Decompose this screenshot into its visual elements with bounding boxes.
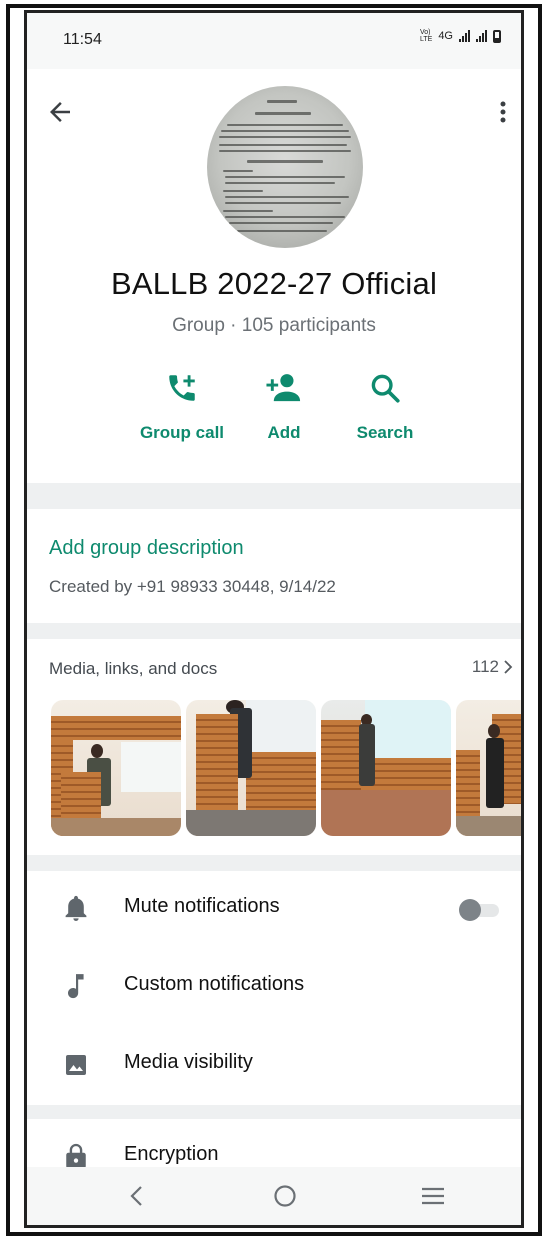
back-icon[interactable] [117,1179,157,1213]
music-note-icon [67,974,84,999]
group-header: BALLB 2022-27 Official Group · 105 parti… [27,69,521,493]
lock-icon [66,1143,86,1169]
signal-icon [459,30,470,42]
recents-icon[interactable] [413,1179,453,1213]
system-nav-bar [27,1167,521,1225]
volte-icon: Vo) LTE [419,29,433,43]
media-visibility-label: Media visibility [124,1051,253,1073]
media-thumbnail[interactable] [51,700,181,836]
arrow-left-icon[interactable] [45,97,75,127]
more-vertical-icon[interactable] [493,97,513,127]
search-button[interactable]: Search [325,371,445,443]
battery-icon [493,29,501,43]
network-type: 4G [438,30,453,42]
custom-notifications-label: Custom notifications [124,973,305,995]
chevron-right-icon [504,660,513,674]
status-time: 11:54 [63,31,102,48]
media-thumbnail[interactable] [321,700,451,836]
image-icon [66,1055,86,1075]
media-thumbnail[interactable] [456,700,521,836]
mute-notifications-row[interactable]: Mute notifications [27,871,521,947]
custom-notifications-row[interactable]: Custom notifications [27,949,521,1025]
mute-toggle[interactable] [459,899,501,921]
group-title: BALLB 2022-27 Official [110,266,438,301]
media-count: 112 [471,657,499,676]
media-count-link[interactable]: 112 [472,657,513,677]
encryption-label: Encryption [124,1143,219,1165]
section-divider [27,1105,521,1119]
status-bar: 11:54 Vo) LTE 4G [27,13,521,69]
media-thumbnail[interactable] [186,700,316,836]
search-label: Search [356,423,414,442]
mute-notifications-label: Mute notifications [124,895,280,917]
person-add-icon [266,374,301,402]
phone-screen: 11:54 Vo) LTE 4G BALLB 2022-27 Official … [24,10,524,1228]
home-icon[interactable] [265,1179,305,1213]
created-by-text: Created by +91 98933 30448, 9/14/22 [49,577,336,596]
call-add-icon [169,375,195,401]
status-icons: Vo) LTE 4G [420,29,501,43]
signal-icon-2 [476,30,487,42]
group-subtitle: Group · 105 participants [172,315,376,336]
search-icon [371,374,400,403]
bell-icon [65,895,87,921]
media-section: Media, links, and docs 112 [27,639,521,855]
media-title: Media, links, and docs [49,659,218,678]
section-divider [27,623,521,639]
section-divider [27,855,521,871]
add-description-link[interactable]: Add group description [49,537,244,560]
description-section: Add group description Created by +91 989… [27,509,521,623]
section-divider [27,483,521,509]
media-visibility-row[interactable]: Media visibility [27,1027,521,1103]
group-avatar[interactable] [207,86,363,248]
